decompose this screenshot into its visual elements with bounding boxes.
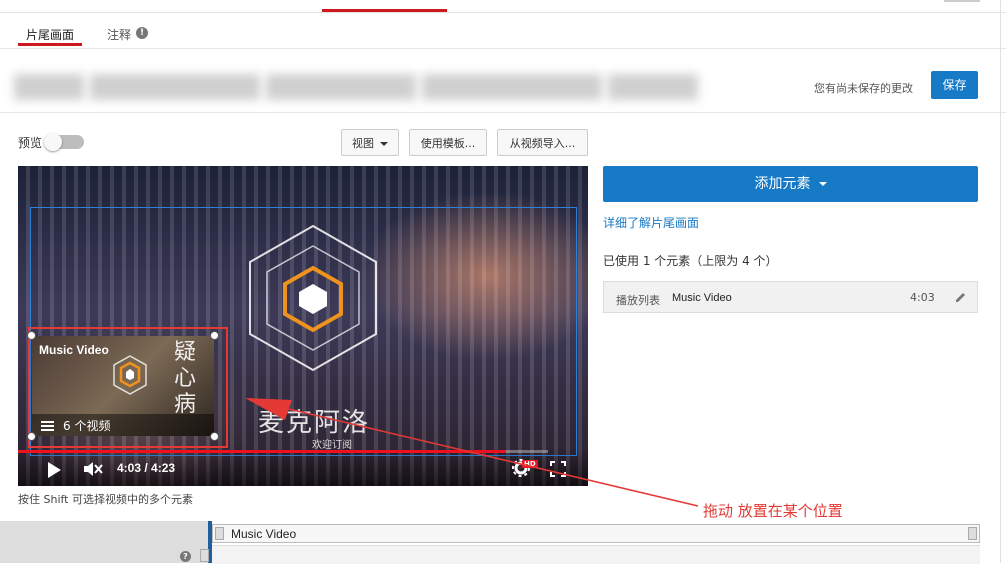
playlist-element[interactable]: 疑心病 Music Video 6 个视频 bbox=[32, 336, 214, 436]
top-corner-bar bbox=[944, 0, 980, 2]
tab-end-screen[interactable]: 片尾画面 bbox=[26, 26, 74, 43]
help-question-icon[interactable]: ? bbox=[180, 551, 191, 562]
chevron-down-icon bbox=[818, 182, 827, 186]
playback-time: 4:03 / 4:23 bbox=[117, 461, 176, 475]
resize-handle-top-right[interactable] bbox=[210, 331, 219, 340]
view-dropdown-button[interactable]: 视图 bbox=[341, 129, 399, 156]
element-name: Music Video bbox=[672, 292, 732, 304]
annotation-label: 拖动 放置在某个位置 bbox=[703, 502, 843, 520]
play-icon[interactable] bbox=[48, 462, 61, 478]
element-type: 播放列表 bbox=[616, 294, 660, 307]
unsaved-changes-notice: 您有尚未保存的更改 bbox=[814, 82, 913, 95]
progress-bar[interactable] bbox=[18, 450, 548, 453]
tabs-divider bbox=[0, 48, 1006, 49]
timeline-small-grip[interactable] bbox=[200, 549, 209, 562]
learn-more-link[interactable]: 详细了解片尾画面 bbox=[603, 214, 699, 231]
playlist-icon bbox=[41, 421, 54, 431]
element-thumbnail-text: 疑心病 bbox=[174, 340, 197, 417]
fullscreen-icon[interactable] bbox=[549, 460, 567, 478]
timeline-grip-left[interactable] bbox=[215, 527, 224, 540]
import-from-video-button[interactable]: 从视频导入... bbox=[497, 129, 588, 156]
add-element-button[interactable]: 添加元素 bbox=[603, 166, 978, 202]
edit-pencil-icon[interactable] bbox=[954, 291, 967, 304]
timeline-grip-right[interactable] bbox=[968, 527, 977, 540]
preview-label: 预览 bbox=[18, 136, 43, 150]
resize-handle-bottom-left[interactable] bbox=[27, 432, 36, 441]
add-element-label: 添加元素 bbox=[754, 176, 811, 192]
toggle-knob bbox=[44, 133, 62, 151]
preview-toggle[interactable] bbox=[44, 133, 84, 151]
resize-handle-bottom-right[interactable] bbox=[210, 432, 219, 441]
mute-icon[interactable] bbox=[82, 460, 104, 478]
timeline-lower-track bbox=[212, 545, 980, 564]
chevron-down-icon bbox=[380, 142, 388, 146]
right-edge-line bbox=[1000, 0, 1001, 563]
element-count-overlay bbox=[32, 414, 214, 436]
element-list-item[interactable]: 播放列表 Music Video 4:03 bbox=[603, 281, 978, 313]
progress-fill bbox=[18, 450, 506, 453]
blurred-video-title bbox=[14, 70, 704, 104]
hd-badge: HD bbox=[522, 460, 538, 468]
multi-select-help: 按住 Shift 可选择视频中的多个元素 bbox=[18, 493, 193, 506]
save-button[interactable]: 保存 bbox=[931, 71, 978, 99]
element-title: Music Video bbox=[39, 343, 109, 357]
header-divider bbox=[0, 112, 1006, 113]
timeline-element-label: Music Video bbox=[231, 527, 297, 541]
element-logo-graphic bbox=[113, 355, 147, 395]
element-usage-text: 已使用 1 个元素（上限为 4 个） bbox=[603, 254, 778, 268]
resize-handle-top-left[interactable] bbox=[27, 331, 36, 340]
tab-end-screen-underline bbox=[18, 43, 82, 46]
element-start-time: 4:03 bbox=[910, 291, 935, 304]
use-template-button[interactable]: 使用模板... bbox=[409, 129, 487, 156]
timeline-left-pane bbox=[0, 521, 208, 563]
timeline-element-bar[interactable]: Music Video bbox=[212, 524, 980, 543]
info-icon[interactable]: ! bbox=[136, 27, 148, 39]
video-player[interactable]: 麦克阿洛 欢迎订阅 疑心病 Music Video 6 个视频 4:03 / 4… bbox=[18, 166, 588, 486]
view-label: 视图 bbox=[352, 137, 374, 150]
tab-annotations[interactable]: 注释 bbox=[107, 26, 131, 43]
top-divider bbox=[0, 12, 1006, 13]
element-video-count: 6 个视频 bbox=[63, 419, 111, 433]
